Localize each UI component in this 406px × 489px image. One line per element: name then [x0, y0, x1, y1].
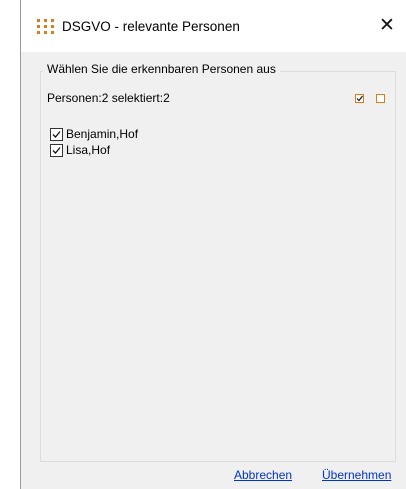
select-all-button[interactable] — [355, 94, 364, 103]
dialog-window: DSGVO - relevante Personen ✕ Wählen Sie … — [20, 0, 406, 489]
close-icon: ✕ — [379, 15, 395, 36]
person-checkbox[interactable] — [50, 144, 63, 157]
title-bar: DSGVO - relevante Personen ✕ — [21, 0, 406, 52]
dialog-content: Wählen Sie die erkennbaren Personen aus … — [21, 52, 406, 489]
groupbox-legend: Wählen Sie die erkennbaren Personen aus — [43, 62, 280, 76]
select-none-button[interactable] — [376, 94, 385, 103]
checkmark-icon — [52, 147, 61, 154]
checkmark-icon — [52, 131, 61, 138]
person-checkbox[interactable] — [50, 128, 63, 141]
check-all-icon — [356, 95, 363, 102]
cancel-link[interactable]: Abbrechen — [234, 468, 292, 482]
person-count-label: Personen:2 selektiert:2 — [47, 91, 170, 105]
apply-link[interactable]: Übernehmen — [322, 468, 391, 482]
person-name: Lisa,Hof — [66, 143, 111, 157]
grid-dots-icon — [37, 19, 54, 34]
person-name: Benjamin,Hof — [66, 127, 139, 141]
close-button[interactable]: ✕ — [375, 15, 399, 37]
window-title: DSGVO - relevante Personen — [62, 19, 240, 34]
